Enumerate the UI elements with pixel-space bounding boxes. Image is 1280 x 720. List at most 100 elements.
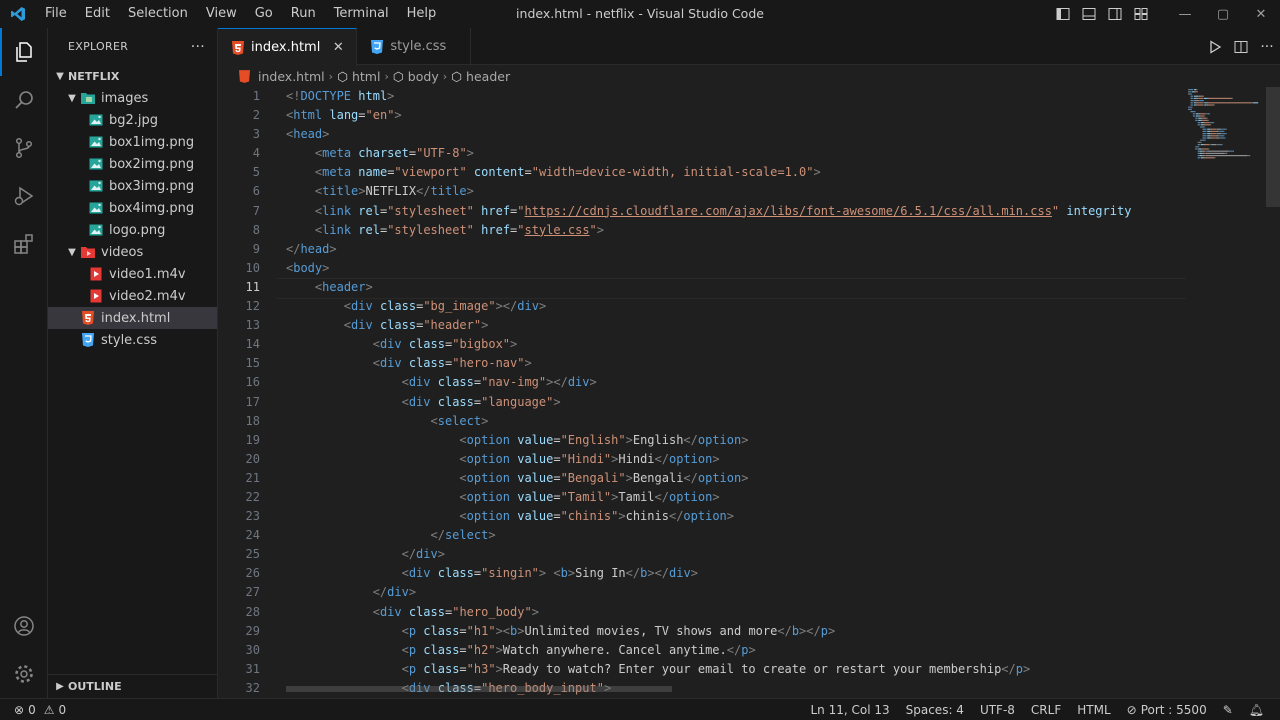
toggle-primary-sidebar-icon[interactable] <box>1050 0 1076 28</box>
code-line[interactable]: </div> <box>286 545 1186 564</box>
run-play-icon[interactable] <box>1202 33 1228 61</box>
source-control-icon[interactable] <box>0 124 48 172</box>
problems-indicator[interactable]: ⊗ 0 ⚠ 0 <box>14 703 74 717</box>
code-line[interactable]: <head> <box>286 125 1186 144</box>
code-line[interactable]: <div class="language"> <box>286 393 1186 412</box>
tree-item[interactable]: box3img.png <box>48 175 217 197</box>
code-line[interactable]: </div> <box>286 583 1186 602</box>
tree-item[interactable]: video2.m4v <box>48 285 217 307</box>
menu-run[interactable]: Run <box>282 0 325 28</box>
code-line[interactable]: <option value="Hindi">Hindi</option> <box>286 450 1186 469</box>
close-tab-icon[interactable]: ✕ <box>330 40 346 55</box>
run-debug-icon[interactable] <box>0 172 48 220</box>
scrollbar-thumb[interactable] <box>1266 87 1280 207</box>
code-line[interactable]: <link rel="stylesheet" href="style.css"> <box>286 221 1186 240</box>
horizontal-scrollbar[interactable] <box>286 686 672 692</box>
live-server-port[interactable]: ⊘ Port : 5500 <box>1119 703 1215 717</box>
code-line[interactable]: <div class="bigbox"> <box>286 335 1186 354</box>
menu-help[interactable]: Help <box>398 0 446 28</box>
code-line[interactable]: <div class="header"> <box>286 316 1186 335</box>
explorer-icon[interactable] <box>0 28 48 76</box>
customize-layout-icon[interactable] <box>1128 0 1154 28</box>
accounts-icon[interactable] <box>0 602 48 650</box>
tree-item[interactable]: index.html <box>48 307 217 329</box>
code-line[interactable]: <option value="chinis">chinis</option> <box>286 507 1186 526</box>
toggle-panel-icon[interactable] <box>1076 0 1102 28</box>
code-line[interactable]: <title>NETFLIX</title> <box>286 182 1186 201</box>
code-line[interactable]: </select> <box>286 526 1186 545</box>
code-line[interactable]: <html lang="en"> <box>286 106 1186 125</box>
end-of-line[interactable]: CRLF <box>1023 703 1069 717</box>
breadcrumb-header[interactable]: header <box>466 69 510 84</box>
code-line[interactable]: <p class="h3">Ready to watch? Enter your… <box>286 660 1186 679</box>
code-line[interactable]: <div class="hero-nav"> <box>286 354 1186 373</box>
menu-terminal[interactable]: Terminal <box>325 0 398 28</box>
language-mode[interactable]: HTML <box>1069 703 1118 717</box>
manage-gear-icon[interactable] <box>0 650 48 698</box>
code-line[interactable]: <select> <box>286 412 1186 431</box>
chevron-down-icon: ▼ <box>68 246 76 258</box>
maximize-icon[interactable]: ▢ <box>1204 0 1242 28</box>
tree-item[interactable]: box2img.png <box>48 153 217 175</box>
outline-section[interactable]: ▶ OUTLINE <box>48 674 218 698</box>
notifications-bell-icon[interactable]: 🔔︎ <box>1241 703 1272 717</box>
menu-edit[interactable]: Edit <box>76 0 119 28</box>
code-lines[interactable]: <!DOCTYPE html> <html lang="en"> <head> <m… <box>276 87 1186 698</box>
code-line[interactable]: <body> <box>286 259 1186 278</box>
tab-style-css[interactable]: style.css <box>357 28 472 65</box>
code-line[interactable]: <p class="h1"><b>Unlimited movies, TV sh… <box>286 622 1186 641</box>
menu-file[interactable]: File <box>36 0 76 28</box>
workspace-root[interactable]: ▼ NETFLIX <box>48 65 217 87</box>
tree-item[interactable]: logo.png <box>48 219 217 241</box>
close-window-icon[interactable]: ✕ <box>1242 0 1280 28</box>
line-number: 3 <box>252 127 260 142</box>
code-line[interactable]: <!DOCTYPE html> <box>286 87 1186 106</box>
breadcrumb-html[interactable]: html <box>352 69 380 84</box>
code-line[interactable]: <div class="hero_body"> <box>286 603 1186 622</box>
tree-item[interactable]: box4img.png <box>48 197 217 219</box>
search-icon[interactable] <box>0 76 48 124</box>
tab-index-html[interactable]: index.html ✕ <box>218 28 358 66</box>
breadcrumb-body[interactable]: body <box>408 69 439 84</box>
workspace-root-label: NETFLIX <box>68 69 120 83</box>
tree-item[interactable]: bg2.jpg <box>48 109 217 131</box>
extensions-icon[interactable] <box>0 220 48 268</box>
code-line[interactable]: <option value="English">English</option> <box>286 431 1186 450</box>
line-number: 21 <box>245 470 260 485</box>
editor-more-actions-icon[interactable]: ··· <box>1254 33 1280 61</box>
menu-selection[interactable]: Selection <box>119 0 197 28</box>
code-token: html <box>358 89 388 103</box>
tree-item[interactable]: ▼ images <box>48 87 217 109</box>
tree-item[interactable]: ▼ videos <box>48 241 217 263</box>
code-line[interactable]: </head> <box>286 240 1186 259</box>
code-line[interactable]: <option value="Bengali">Bengali</option> <box>286 469 1186 488</box>
tree-item[interactable]: box1img.png <box>48 131 217 153</box>
breadcrumb-file[interactable]: index.html <box>258 69 325 84</box>
copilot-icon[interactable]: ✎ <box>1215 703 1241 717</box>
encoding[interactable]: UTF-8 <box>972 703 1023 717</box>
vertical-scrollbar[interactable] <box>1266 87 1280 698</box>
code-line[interactable]: <option value="Tamil">Tamil</option> <box>286 488 1186 507</box>
menu-go[interactable]: Go <box>246 0 282 28</box>
split-editor-icon[interactable] <box>1228 33 1254 61</box>
code-token: < <box>459 509 467 524</box>
more-actions-icon[interactable]: ··· <box>191 39 205 55</box>
code-line[interactable]: <div class="singin"> <b>Sing In</b></div… <box>286 564 1186 583</box>
code-token: option <box>668 489 713 504</box>
toggle-secondary-sidebar-icon[interactable] <box>1102 0 1128 28</box>
tree-item[interactable]: style.css <box>48 329 217 351</box>
code-line[interactable]: <header> <box>276 277 1186 300</box>
tree-item[interactable]: video1.m4v <box>48 263 217 285</box>
cursor-position[interactable]: Ln 11, Col 13 <box>802 703 897 717</box>
code-editor[interactable]: 1 2 3 4 5 6 7 8 9 10 11 12 13 14 15 16 17 18 19 20 21 22 23 24 2… <box>218 87 1280 698</box>
code-line[interactable]: <meta charset="UTF-8"> <box>286 144 1186 163</box>
code-line[interactable]: <link rel="stylesheet" href="https://cdn… <box>286 202 1186 221</box>
minimize-icon[interactable]: — <box>1166 0 1204 28</box>
indentation[interactable]: Spaces: 4 <box>898 703 972 717</box>
code-line[interactable]: <div class="nav-img"></div> <box>286 373 1186 392</box>
code-line[interactable]: <div class="bg_image"></div> <box>286 297 1186 316</box>
minimap[interactable] <box>1186 87 1266 247</box>
menu-view[interactable]: View <box>197 0 246 28</box>
code-line[interactable]: <p class="h2">Watch anywhere. Cancel any… <box>286 641 1186 660</box>
code-line[interactable]: <meta name="viewport" content="width=dev… <box>286 163 1186 182</box>
